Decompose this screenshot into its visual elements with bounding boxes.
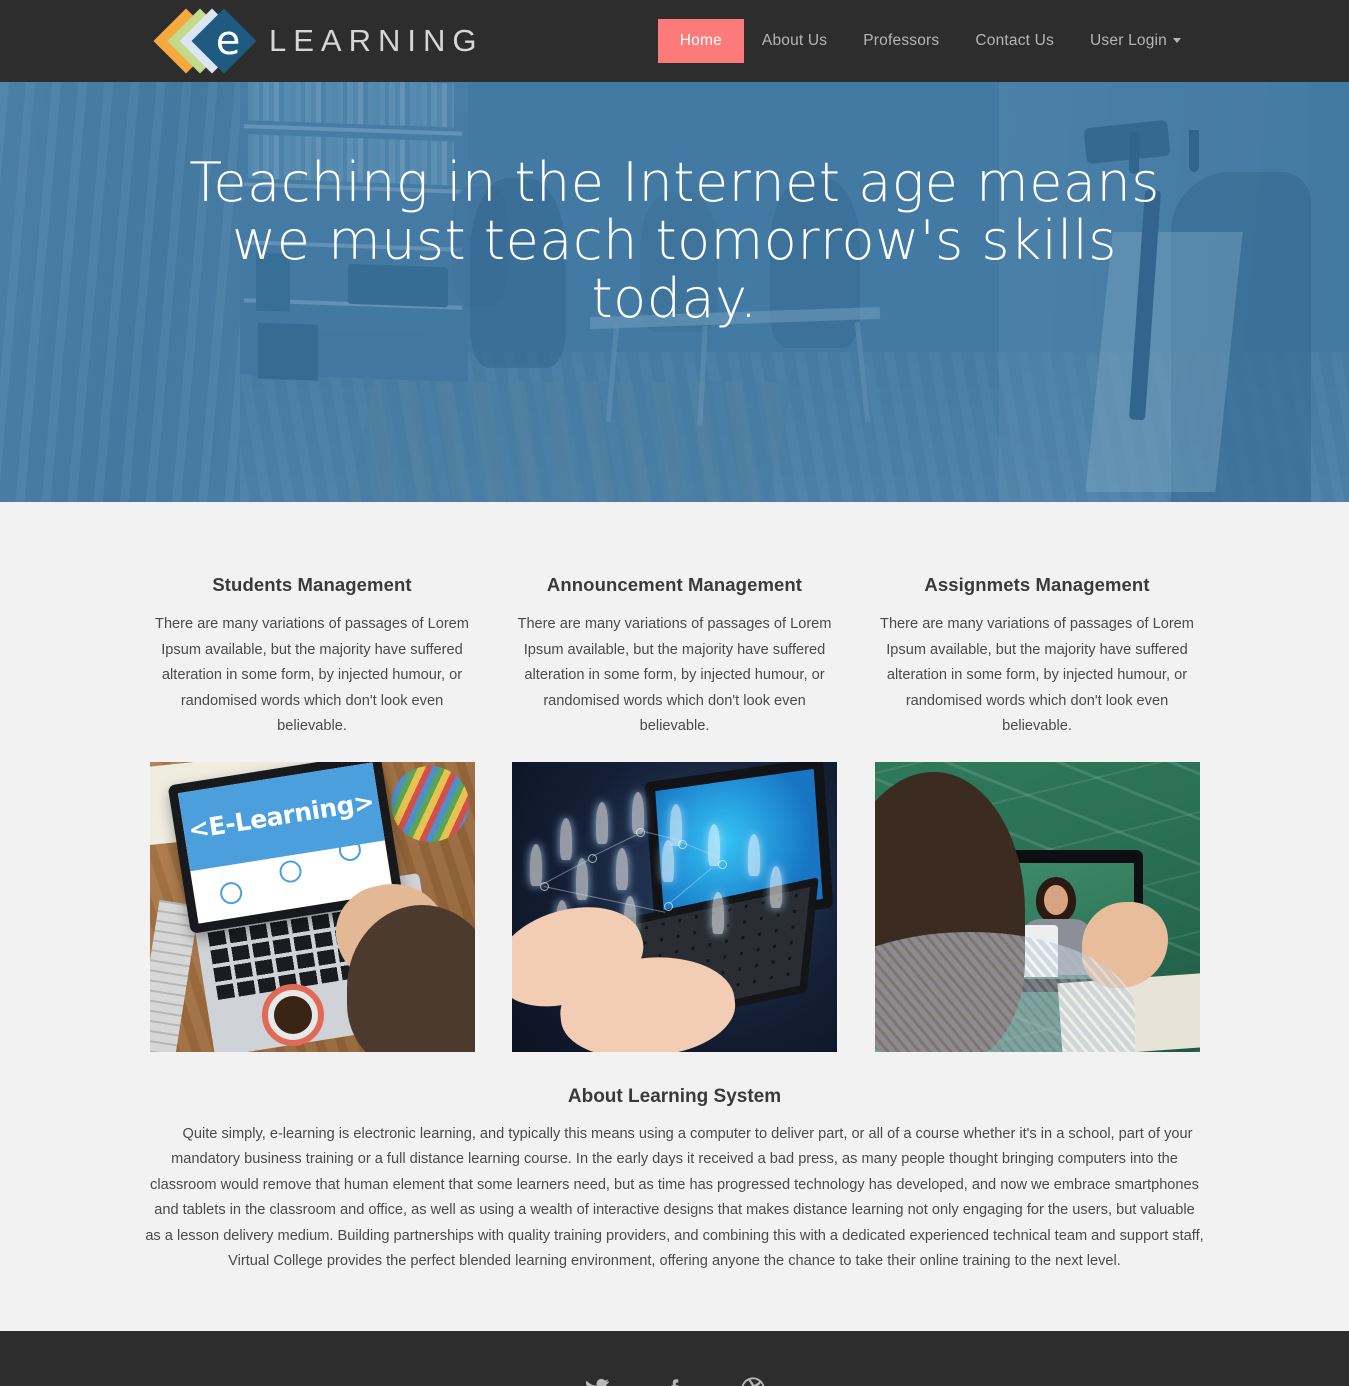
features-section: Students Management There are many varia… xyxy=(0,502,1349,1052)
chevron-down-icon xyxy=(1173,38,1181,44)
feature-card-announcement-management: Announcement Management There are many v… xyxy=(512,574,837,740)
feature-image-announcement-management xyxy=(512,761,837,1052)
nav-item-home[interactable]: Home xyxy=(657,19,744,63)
feature-text: There are many variations of passages of… xyxy=(880,616,1194,734)
feature-text: There are many variations of passages of… xyxy=(155,616,469,734)
brand-logo[interactable]: e LEARNING xyxy=(153,0,484,82)
feature-title: Announcement Management xyxy=(546,574,803,595)
hero-headline: Teaching in the Internet age means we mu… xyxy=(189,151,1160,330)
nav-item-user-login[interactable]: User Login xyxy=(1072,19,1199,63)
logo-letter-e: e xyxy=(215,18,241,64)
feature-image-assignmets-management xyxy=(874,761,1200,1052)
nav-item-user-login-label: User Login xyxy=(1090,32,1167,49)
nav-item-about-us[interactable]: About Us xyxy=(744,19,845,63)
dribbble-icon[interactable] xyxy=(732,1368,774,1386)
site-header: e LEARNING Home About Us Professors Cont… xyxy=(0,0,1349,82)
logo-diamonds-icon: e xyxy=(153,7,257,75)
facebook-icon[interactable] xyxy=(654,1368,696,1386)
brand-wordmark: LEARNING xyxy=(269,23,484,58)
feature-title: Students Management xyxy=(212,574,412,595)
feature-text: There are many variations of passages of… xyxy=(517,616,832,734)
features-image-row: <E-Learning> xyxy=(149,761,1200,1052)
nav-item-professors[interactable]: Professors xyxy=(845,19,957,63)
twitter-icon[interactable] xyxy=(576,1368,618,1386)
about-title: About Learning System xyxy=(567,1085,782,1107)
nav-item-contact-us[interactable]: Contact Us xyxy=(957,19,1072,63)
feature-image-students-management: <E-Learning> xyxy=(149,761,475,1052)
feature-title: Assignmets Management xyxy=(924,574,1150,595)
feature-card-assignmets-management: Assignmets Management There are many var… xyxy=(875,574,1200,740)
hero-banner: Teaching in the Internet age means we mu… xyxy=(0,82,1349,502)
feature-card-students-management: Students Management There are many varia… xyxy=(150,574,475,740)
features-text-row: Students Management There are many varia… xyxy=(150,574,1200,740)
about-section: About Learning System Quite simply, e-le… xyxy=(0,1051,1349,1331)
site-footer xyxy=(0,1330,1349,1386)
main-navigation: Home About Us Professors Contact Us User… xyxy=(657,0,1199,82)
about-paragraph: Quite simply, e-learning is electronic l… xyxy=(145,1125,1204,1270)
